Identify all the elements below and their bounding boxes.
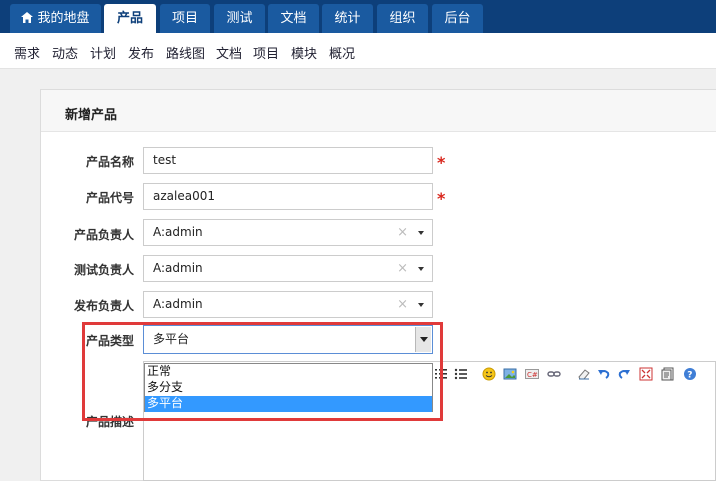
release-owner-select[interactable]: A:admin × [143, 291, 433, 318]
tab-label: 我的地盘 [37, 11, 90, 26]
subnav-release[interactable]: 发布 [128, 43, 154, 62]
link-icon[interactable] [547, 367, 561, 381]
tab-label: 组织 [389, 11, 416, 26]
source-icon[interactable] [661, 367, 675, 381]
emoticon-icon[interactable] [482, 367, 496, 381]
required-mark: * [437, 189, 446, 208]
clear-icon[interactable]: × [397, 256, 408, 281]
code-icon[interactable]: C# [525, 367, 539, 381]
tab-label: 项目 [171, 11, 198, 26]
test-owner-select[interactable]: A:admin × [143, 255, 433, 282]
eraser-icon[interactable] [577, 367, 591, 381]
tab-admin[interactable]: 后台 [432, 4, 483, 33]
svg-text:C#: C# [527, 371, 538, 379]
sub-nav: 需求 动态 计划 发布 路线图 文档 项目 模块 概况 [0, 33, 716, 69]
help-icon[interactable]: ? [683, 367, 697, 381]
ordered-list-icon[interactable] [434, 367, 448, 381]
tab-label: 后台 [444, 11, 471, 26]
selected-value: A:admin [153, 297, 203, 311]
unordered-list-icon[interactable] [454, 367, 468, 381]
tab-label: 产品 [116, 11, 143, 26]
subnav-roadmap[interactable]: 路线图 [166, 43, 205, 62]
chevron-down-icon [418, 231, 424, 235]
tab-company[interactable]: 组织 [377, 4, 428, 33]
clear-icon[interactable]: × [397, 220, 408, 245]
chevron-down-icon[interactable] [415, 327, 431, 352]
subnav-project[interactable]: 项目 [253, 43, 279, 62]
fullscreen-icon[interactable] [639, 367, 653, 381]
chevron-down-icon [418, 303, 424, 307]
svg-text:?: ? [687, 371, 692, 381]
top-nav: 我的地盘 产品 项目 测试 文档 统计 组织 后台 [0, 0, 716, 33]
tab-doc[interactable]: 文档 [268, 4, 319, 33]
product-type-select[interactable]: 多平台 [143, 325, 433, 354]
required-mark: * [437, 153, 446, 172]
subnav-overview[interactable]: 概况 [329, 43, 355, 62]
chevron-down-icon [418, 267, 424, 271]
subnav-module[interactable]: 模块 [291, 43, 317, 62]
product-name-input[interactable]: test [143, 147, 433, 174]
product-description-label: 产品描述 [85, 415, 134, 429]
page-title: 新增产品 [65, 108, 118, 123]
product-owner-label: 产品负责人 [73, 228, 134, 242]
tab-label: 文档 [280, 11, 307, 26]
selected-value: A:admin [153, 261, 203, 275]
subnav-plan[interactable]: 计划 [90, 43, 116, 62]
product-code-input[interactable]: azalea001 [143, 183, 433, 210]
subnav-doc[interactable]: 文档 [216, 43, 242, 62]
selected-value: A:admin [153, 225, 203, 239]
tab-label: 统计 [334, 11, 361, 26]
panel-header: 新增产品 [41, 90, 716, 132]
subnav-story[interactable]: 需求 [14, 43, 40, 62]
home-icon [21, 12, 34, 23]
redo-icon[interactable] [617, 367, 631, 381]
product-name-label: 产品名称 [85, 155, 134, 169]
subnav-dynamic[interactable]: 动态 [52, 43, 78, 62]
option-normal[interactable]: 正常 [145, 364, 432, 380]
tab-project[interactable]: 项目 [160, 4, 210, 33]
product-type-options: 正常 多分支 多平台 [144, 363, 433, 412]
clear-icon[interactable]: × [397, 292, 408, 317]
tab-my-home[interactable]: 我的地盘 [10, 4, 101, 33]
selected-value: 多平台 [153, 332, 190, 346]
undo-icon[interactable] [597, 367, 611, 381]
tab-label: 测试 [226, 11, 253, 26]
release-owner-label: 发布负责人 [73, 299, 134, 313]
test-owner-label: 测试负责人 [73, 263, 134, 277]
tab-product[interactable]: 产品 [104, 4, 156, 33]
tab-report[interactable]: 统计 [322, 4, 373, 33]
image-icon[interactable] [503, 367, 517, 381]
option-branch[interactable]: 多分支 [145, 380, 432, 396]
product-owner-select[interactable]: A:admin × [143, 219, 433, 246]
product-type-label: 产品类型 [85, 334, 134, 348]
product-code-label: 产品代号 [85, 191, 134, 205]
option-platform[interactable]: 多平台 [145, 396, 432, 412]
tab-test[interactable]: 测试 [214, 4, 265, 33]
